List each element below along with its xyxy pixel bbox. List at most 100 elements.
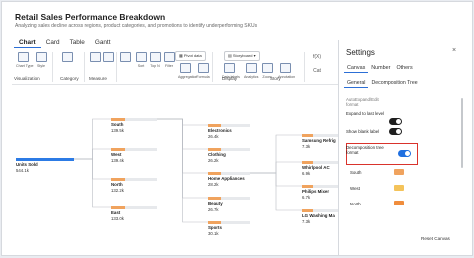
reset-canvas-button[interactable]: Reset Canvas (421, 236, 450, 241)
pivot-data-label: Pivot data (183, 53, 202, 58)
sku-node-1-bar[interactable] (302, 161, 340, 164)
pivot-data-button[interactable]: ▦ Pivot data (175, 51, 206, 61)
sku-node-2-bar-fill (302, 185, 314, 188)
category-node-4-bar[interactable] (208, 221, 250, 224)
color-swatch-north[interactable] (394, 201, 404, 205)
sku-node-3-bar[interactable] (302, 209, 340, 212)
sku-node-1-name[interactable]: Whirlpool AC (302, 165, 330, 170)
sku-node-2-name[interactable]: Philips Mixer (302, 189, 329, 194)
measure-button[interactable] (88, 52, 102, 62)
tab-chart[interactable]: Chart (14, 39, 41, 48)
sku-node-1-value: 6.9k (302, 171, 311, 176)
page-title: Retail Sales Performance Breakdown (15, 12, 166, 22)
category-node-2-name[interactable]: Home Appliances (208, 176, 245, 181)
category-node-2-bar[interactable] (208, 172, 250, 175)
zoom-icon (261, 63, 273, 73)
chart-type-label: Chart Type (16, 64, 34, 68)
show-blank-label-toggle[interactable] (389, 128, 402, 135)
region-node-south-bar[interactable] (111, 118, 157, 121)
page-subtitle: Analyzing sales decline across regions, … (15, 23, 258, 29)
tab-others[interactable]: Others (393, 65, 415, 73)
region-node-south-value: 139.5k (111, 128, 124, 133)
subtab-general[interactable]: General (344, 80, 369, 88)
settings-scrollbar[interactable] (461, 98, 463, 168)
group-story: Story (270, 76, 281, 81)
category-node-0-name[interactable]: Electronics (208, 128, 232, 133)
category-node-1-name[interactable]: Clothing (208, 152, 226, 157)
category-node-1-bar-fill (208, 148, 222, 151)
cat-button[interactable]: Cat (310, 66, 324, 74)
category-node-4-name[interactable]: Sports (208, 225, 222, 230)
close-icon[interactable]: × (452, 47, 456, 54)
category-node-3-name[interactable]: Beauty (208, 201, 223, 206)
tree-connector (157, 118, 208, 223)
category-node-0-value: 26.4k (208, 134, 219, 139)
formula-label: Formula (196, 75, 210, 79)
tab-canvas[interactable]: Canvas (344, 65, 369, 73)
region-node-south-name[interactable]: South (111, 122, 123, 127)
report-header: Retail Sales Performance Breakdown Analy… (2, 2, 342, 38)
tab-gantt[interactable]: Gantt (90, 39, 116, 48)
split-button[interactable] (101, 52, 115, 62)
conditional-formatting-icon (119, 52, 131, 62)
tab-number[interactable]: Number (368, 65, 393, 73)
sku-node-3-name[interactable]: LG Washing Ma (302, 213, 335, 218)
filter-icon (163, 52, 175, 62)
region-node-east-bar[interactable] (111, 206, 157, 209)
chart-type-button[interactable]: Chart Type (16, 52, 34, 68)
sku-node-3-bar-fill (302, 209, 314, 212)
group-display: Display (222, 76, 238, 81)
analytics-button[interactable]: Analytics (244, 63, 258, 79)
color-swatch-south[interactable] (394, 169, 404, 175)
formula-button[interactable]: Formula (196, 63, 210, 79)
filter-button[interactable]: Filter (162, 52, 176, 68)
toolbar-divider (116, 52, 117, 82)
top-n-label: Top N (150, 64, 160, 68)
region-node-north-name[interactable]: North (111, 182, 123, 187)
category-node-0-bar[interactable] (208, 124, 250, 127)
region-node-west-name[interactable]: West (111, 152, 121, 157)
region-node-east-bar-fill (111, 206, 125, 209)
category-node-3-bar[interactable] (208, 197, 250, 200)
region-node-north-bar[interactable] (111, 178, 157, 181)
decomposition-format-toggle[interactable] (398, 150, 411, 157)
color-row-west-label: West (350, 186, 360, 191)
region-node-east-name[interactable]: East (111, 210, 120, 215)
root-node-bar-fill (16, 158, 74, 161)
sku-node-0-bar[interactable] (302, 134, 340, 137)
root-node-bar[interactable] (16, 158, 74, 161)
category-node-0-bar-fill (208, 124, 222, 127)
sku-node-0-name[interactable]: Samsung Refrig (302, 138, 336, 143)
style-label: Style (37, 64, 45, 68)
tab-table[interactable]: Table (65, 39, 90, 48)
category-node-1-bar[interactable] (208, 148, 250, 151)
aggregation-icon (179, 63, 191, 73)
storyboard-button[interactable]: ▤ Storyboard ▾ (224, 51, 260, 61)
root-node-name[interactable]: Units Sold (16, 162, 38, 167)
region-node-west-bar[interactable] (111, 148, 157, 151)
top-n-button[interactable]: Top N (148, 52, 162, 68)
region-node-south-bar-fill (111, 118, 125, 121)
subtab-decomposition-tree[interactable]: Decomposition Tree (368, 80, 420, 88)
region-node-west-value: 139.4k (111, 158, 124, 163)
style-button[interactable]: Style (34, 52, 48, 68)
aggregation-button[interactable]: Aggregation (178, 63, 197, 79)
sku-node-2-bar[interactable] (302, 185, 340, 188)
style-icon (35, 52, 47, 62)
decomposition-tree-canvas: Units Sold 544.1k South 139.5k West 139.4k Nor… (14, 88, 340, 255)
settings-title: Settings (346, 48, 375, 57)
data-labels-icon (223, 63, 235, 73)
category-add-button[interactable] (60, 52, 74, 62)
ribbon-toolbar: ▦ Pivot data ▤ Storyboard ▾ Chart Type S… (12, 50, 340, 85)
conditional-formatting-button[interactable] (118, 52, 132, 62)
tab-card[interactable]: Card (41, 39, 65, 48)
color-swatch-west[interactable] (394, 185, 404, 191)
cat-label: Cat (313, 68, 321, 74)
expand-last-level-toggle[interactable] (389, 118, 402, 125)
setting-autoexpand: AutoExpand/Edit format (346, 97, 379, 107)
filter-label: Filter (165, 64, 173, 68)
sort-button[interactable]: Sort (134, 52, 148, 68)
group-measure: Measure (89, 76, 107, 81)
group-category: Category (60, 76, 79, 81)
fx-button[interactable]: f(X) (310, 52, 324, 60)
